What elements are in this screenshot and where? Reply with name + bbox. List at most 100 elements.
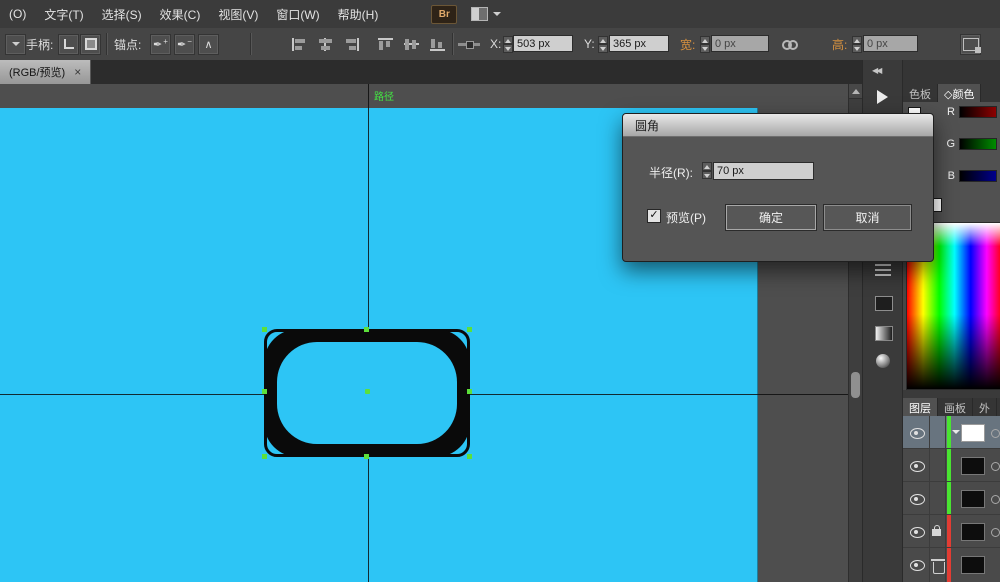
selection-handle[interactable] (467, 454, 472, 459)
menu-item-view[interactable]: 视图(V) (209, 6, 267, 23)
handle-style-corner-button[interactable] (58, 34, 79, 55)
tab-layers[interactable]: 图层 (903, 398, 938, 416)
remove-anchor-button[interactable]: ✒− (174, 34, 195, 55)
menu-item-window[interactable]: 窗口(W) (267, 6, 328, 23)
menu-item-help[interactable]: 帮助(H) (329, 6, 388, 23)
trash-icon[interactable] (933, 562, 945, 574)
layer-row[interactable] (903, 449, 1000, 482)
layer-thumbnail[interactable] (961, 424, 985, 442)
selection-handle[interactable] (262, 327, 267, 332)
selection-handle[interactable] (364, 327, 369, 332)
layer-row[interactable] (903, 548, 1000, 582)
visibility-toggle-icon[interactable] (910, 527, 925, 538)
align-right-button[interactable] (344, 38, 359, 51)
selection-handle[interactable] (262, 389, 267, 394)
layer-thumbnail[interactable] (961, 490, 985, 508)
handle-style-smooth-button[interactable] (80, 34, 101, 55)
transform-panel-button[interactable] (960, 34, 981, 55)
layer-color-bar (947, 449, 951, 481)
radius-input[interactable] (713, 162, 814, 180)
visibility-toggle-icon[interactable] (910, 560, 925, 571)
radius-stepper[interactable] (702, 162, 712, 179)
expand-caret-icon[interactable] (952, 430, 960, 438)
selection-handle[interactable] (364, 454, 369, 459)
gradient-panel-icon[interactable] (875, 326, 893, 341)
layer-row[interactable] (903, 416, 1000, 449)
y-input[interactable] (609, 35, 669, 52)
ok-button[interactable]: 确定 (725, 204, 817, 231)
x-stepper[interactable] (503, 36, 513, 53)
chevron-down-icon (493, 12, 501, 20)
width-stepper[interactable] (700, 36, 710, 53)
separator (106, 33, 107, 55)
height-stepper[interactable] (852, 36, 862, 53)
channel-b-slider[interactable] (959, 170, 997, 182)
bridge-icon[interactable]: Br (431, 5, 457, 24)
scroll-up-button[interactable] (849, 84, 863, 99)
preview-checkbox[interactable]: ✓ (647, 209, 661, 223)
lock-icon[interactable] (932, 529, 941, 536)
selection-handle[interactable] (262, 454, 267, 459)
tab-color[interactable]: ◇颜色 (938, 84, 981, 102)
collapse-panels-icon[interactable]: ◀◀ (872, 66, 880, 75)
layer-row[interactable] (903, 482, 1000, 515)
menu-item-type[interactable]: 文字(T) (35, 6, 92, 23)
tab-overflow[interactable]: 外 (973, 398, 997, 416)
document-tab[interactable]: (RGB/预览) × (0, 60, 91, 84)
visibility-toggle-icon[interactable] (910, 428, 925, 439)
reference-point-icon[interactable] (458, 43, 480, 46)
scrollbar-thumb[interactable] (851, 372, 860, 398)
appearance-panel-icon[interactable] (875, 296, 893, 311)
channel-r-slider[interactable] (959, 106, 997, 118)
dialog-title[interactable]: 圆角 (623, 114, 933, 137)
tab-swatches[interactable]: 色板 (903, 84, 938, 102)
tool-options-button[interactable] (5, 34, 26, 55)
layer-thumbnail[interactable] (961, 523, 985, 541)
align-middle-button[interactable] (404, 38, 419, 51)
tab-artboards[interactable]: 画板 (938, 398, 973, 416)
target-icon[interactable] (991, 429, 1000, 438)
menu-item-select[interactable]: 选择(S) (93, 6, 151, 23)
width-input[interactable] (711, 35, 769, 52)
y-label: Y: (584, 37, 595, 51)
layer-row[interactable] (903, 515, 1000, 548)
visibility-toggle-icon[interactable] (910, 461, 925, 472)
panel-menu-icon[interactable] (875, 264, 891, 266)
layer-thumbnail[interactable] (961, 556, 985, 574)
symbols-panel-icon[interactable] (876, 354, 890, 368)
preview-label: 预览(P) (666, 209, 706, 226)
center-point[interactable] (365, 389, 370, 394)
selection-handle[interactable] (467, 389, 472, 394)
align-top-button[interactable] (378, 38, 393, 51)
anchor-label: 锚点: (114, 36, 141, 53)
cancel-button[interactable]: 取消 (823, 204, 912, 231)
link-dimensions-icon[interactable] (782, 40, 797, 49)
close-icon[interactable]: × (74, 65, 81, 79)
align-left-button[interactable] (292, 38, 307, 51)
control-bar: 手柄: 锚点: ✒+ ✒− ∧ X: Y: 宽: 高: (0, 28, 1000, 61)
bounding-box-icon (963, 38, 979, 51)
channel-g-slider[interactable] (959, 138, 997, 150)
target-icon[interactable] (991, 528, 1000, 537)
workspace-switcher-button[interactable] (471, 7, 501, 21)
layer-thumbnail[interactable] (961, 457, 985, 475)
menu-item-object[interactable]: (O) (0, 7, 35, 21)
height-input[interactable] (863, 35, 918, 52)
layer-color-bar (947, 515, 951, 547)
target-icon[interactable] (991, 462, 1000, 471)
panel-divider[interactable] (903, 390, 1000, 398)
x-input[interactable] (513, 35, 573, 52)
selection-handle[interactable] (467, 327, 472, 332)
x-label: X: (490, 37, 501, 51)
separator (250, 33, 251, 55)
add-anchor-button[interactable]: ✒+ (150, 34, 171, 55)
target-icon[interactable] (991, 495, 1000, 504)
align-bottom-button[interactable] (430, 38, 445, 51)
y-stepper[interactable] (598, 36, 608, 53)
rounded-rectangle-shape[interactable] (264, 329, 470, 457)
menu-item-effect[interactable]: 效果(C) (151, 6, 210, 23)
convert-anchor-button[interactable]: ∧ (198, 34, 219, 55)
expand-panel-icon[interactable] (877, 90, 888, 104)
visibility-toggle-icon[interactable] (910, 494, 925, 505)
align-center-button[interactable] (318, 38, 333, 51)
